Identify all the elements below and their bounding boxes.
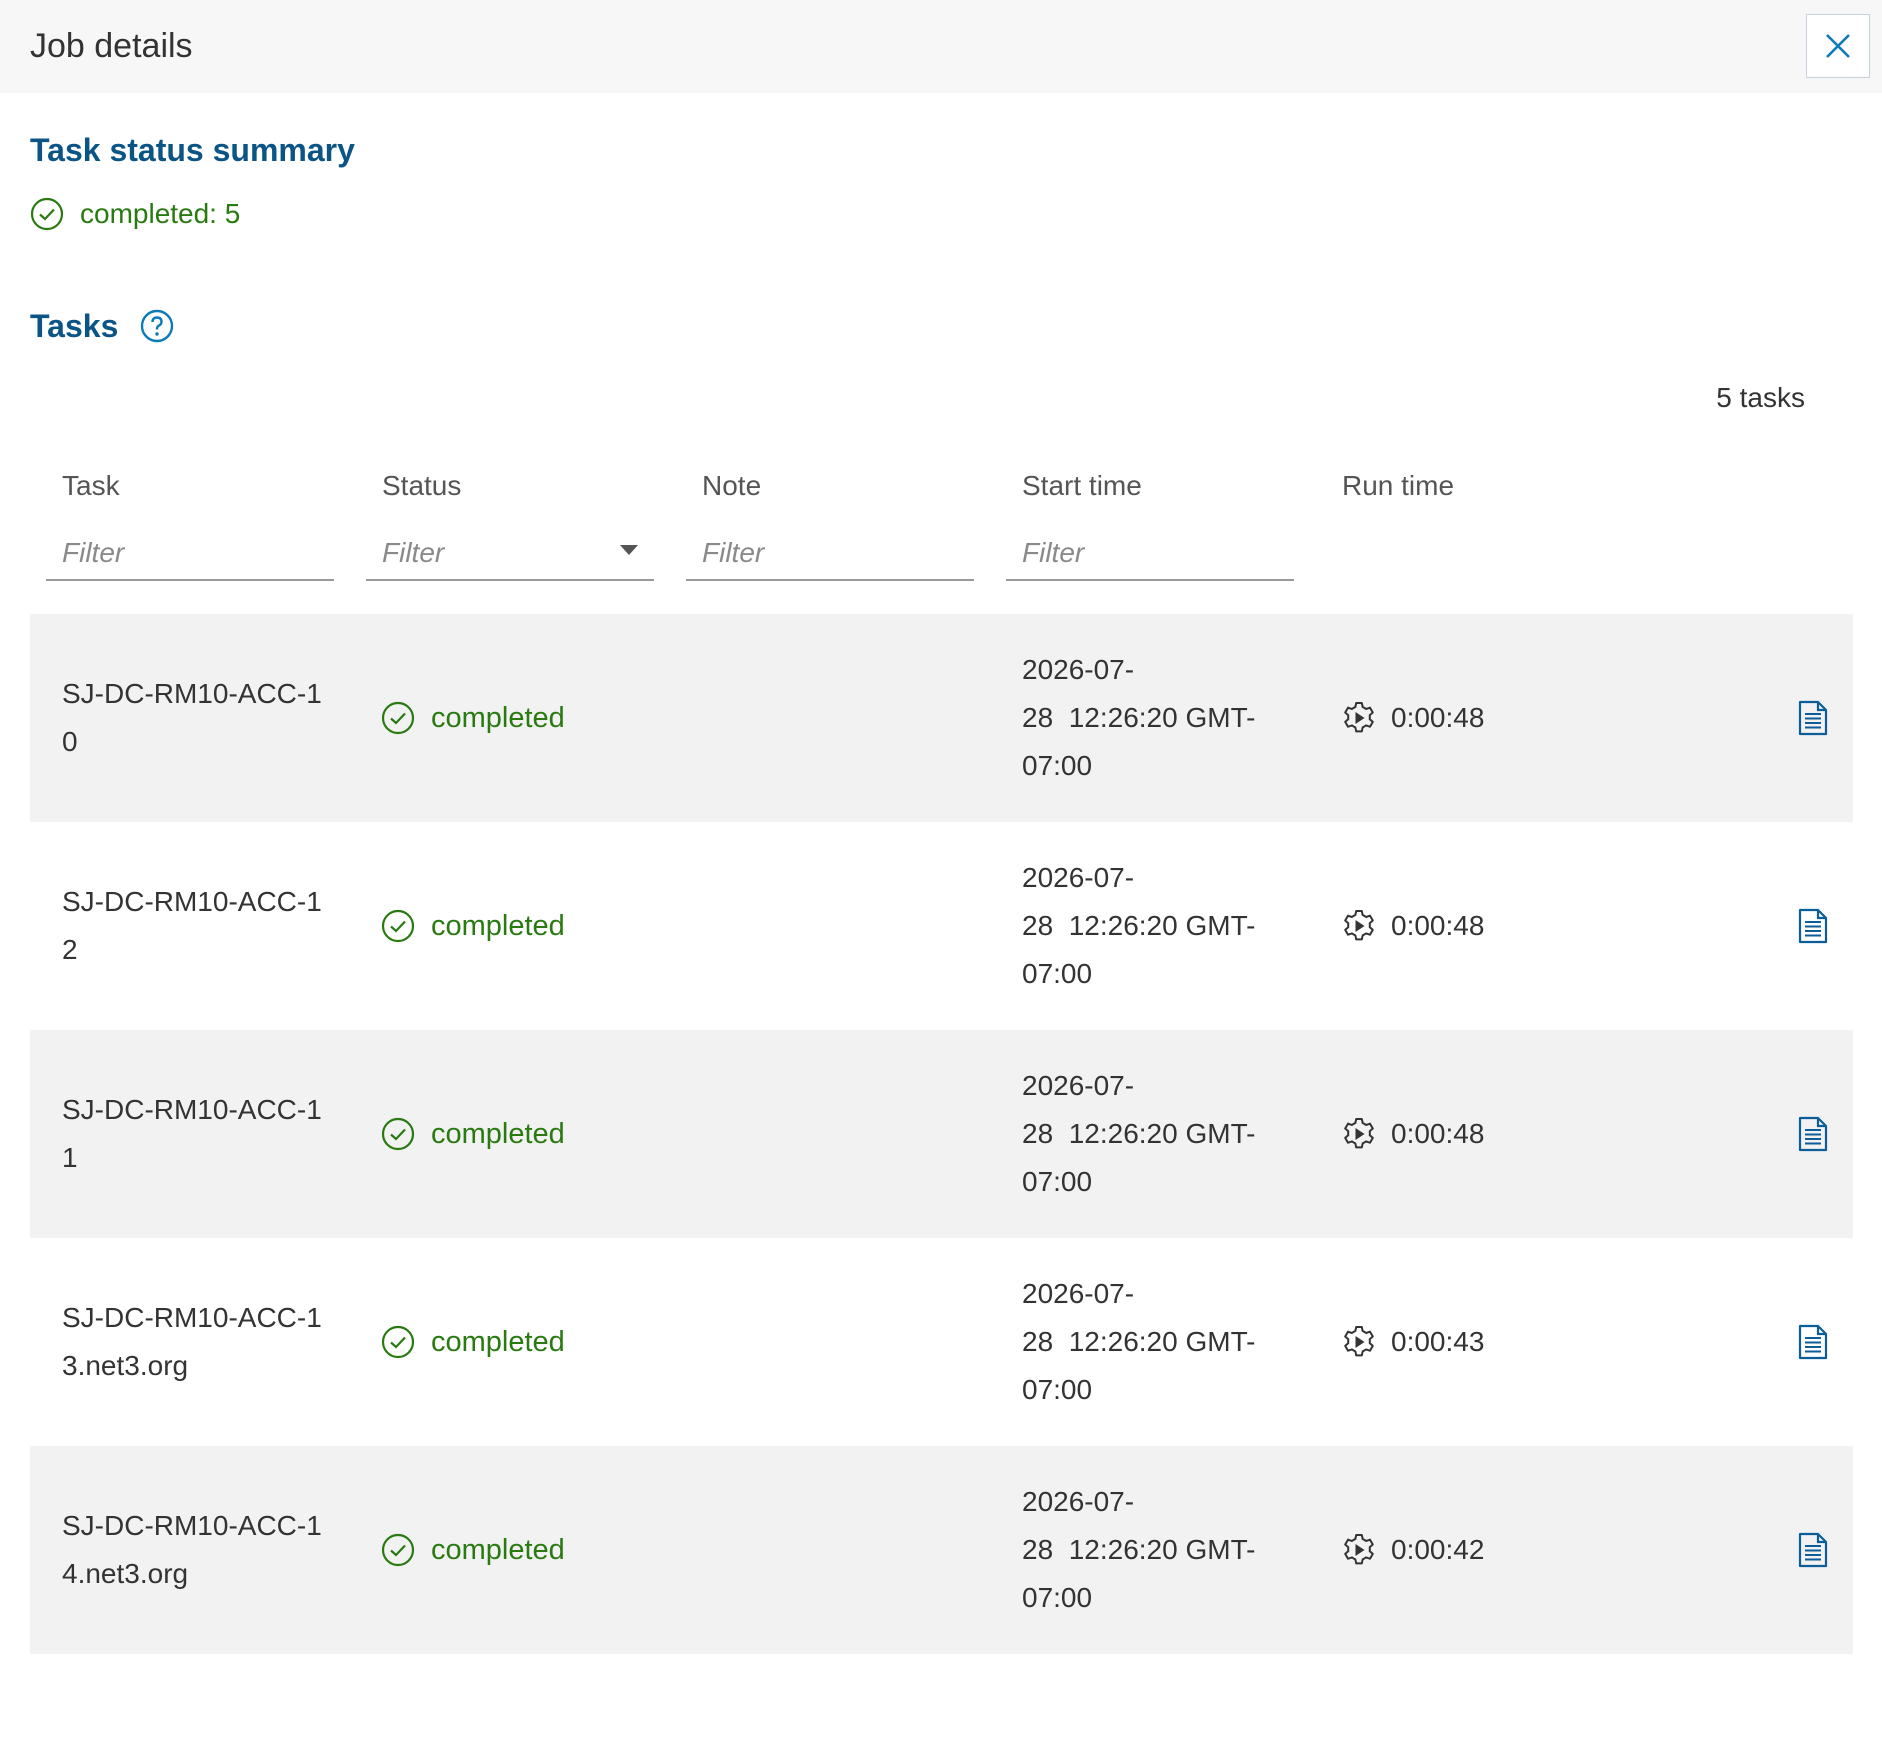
start-time-line: 2026-07- bbox=[1022, 654, 1135, 685]
start-time: 2026-07- 28 12:26:20 GMT- 07:00 bbox=[1022, 854, 1272, 998]
run-time-text: 0:00:43 bbox=[1391, 1326, 1485, 1357]
table-row: SJ-DC-RM10-ACC-11 completed 2026-07- 28 … bbox=[30, 1030, 1853, 1238]
status-text: completed bbox=[431, 701, 565, 734]
column-header-note: Note bbox=[702, 470, 762, 501]
start-time-line: 28 12:26:20 GMT- bbox=[1022, 702, 1256, 733]
gear-play-icon bbox=[1344, 910, 1374, 941]
start-time-line: 28 12:26:20 GMT- bbox=[1022, 910, 1256, 941]
run-time-text: 0:00:42 bbox=[1391, 1534, 1485, 1565]
chevron-down-icon[interactable] bbox=[620, 545, 638, 555]
start-time-line: 28 12:26:20 GMT- bbox=[1022, 1534, 1256, 1565]
status-text: completed bbox=[431, 909, 565, 942]
document-icon bbox=[1798, 1532, 1828, 1568]
view-log-button[interactable] bbox=[1796, 1322, 1830, 1362]
document-icon bbox=[1798, 700, 1828, 736]
check-circle-icon bbox=[381, 909, 415, 943]
status-cell: completed bbox=[381, 1117, 565, 1151]
run-time-text: 0:00:48 bbox=[1391, 1118, 1485, 1149]
status-cell: completed bbox=[381, 701, 565, 735]
gear-play-icon bbox=[1344, 702, 1374, 733]
check-circle-icon bbox=[381, 1325, 415, 1359]
status-cell: completed bbox=[381, 1533, 565, 1567]
tasks-title-text: Tasks bbox=[30, 308, 119, 344]
task-name: SJ-DC-RM10-ACC-11 bbox=[62, 1094, 322, 1173]
close-icon bbox=[1826, 34, 1850, 58]
start-time: 2026-07- 28 12:26:20 GMT- 07:00 bbox=[1022, 646, 1272, 790]
start-time-line: 2026-07- bbox=[1022, 1070, 1135, 1101]
check-circle-icon bbox=[381, 1533, 415, 1567]
check-circle-icon bbox=[381, 701, 415, 735]
document-icon bbox=[1798, 1324, 1828, 1360]
start-time-line: 07:00 bbox=[1022, 1582, 1093, 1613]
gear-play-icon bbox=[1344, 1118, 1374, 1149]
view-log-button[interactable] bbox=[1796, 698, 1830, 738]
start-time-filter-input[interactable] bbox=[1006, 527, 1294, 581]
view-log-button[interactable] bbox=[1796, 906, 1830, 946]
start-time: 2026-07- 28 12:26:20 GMT- 07:00 bbox=[1022, 1478, 1272, 1622]
view-log-button[interactable] bbox=[1796, 1530, 1830, 1570]
task-name: SJ-DC-RM10-ACC-13.net3.org bbox=[62, 1302, 322, 1381]
column-header-start-time: Start time bbox=[1022, 470, 1142, 501]
start-time-line: 07:00 bbox=[1022, 1166, 1093, 1197]
note-filter-input[interactable] bbox=[686, 527, 974, 581]
check-circle-icon bbox=[381, 1117, 415, 1151]
run-time: 0:00:48 bbox=[1341, 908, 1484, 944]
document-icon bbox=[1798, 908, 1828, 944]
tasks-title: Tasks bbox=[30, 306, 174, 346]
status-text: completed bbox=[431, 1325, 565, 1358]
status-text: completed bbox=[431, 1533, 565, 1566]
start-time-line: 28 12:26:20 GMT- bbox=[1022, 1118, 1256, 1149]
column-header-task: Task bbox=[62, 470, 120, 501]
modal-title: Job details bbox=[30, 27, 193, 65]
start-time-line: 2026-07- bbox=[1022, 1278, 1135, 1309]
column-header-status: Status bbox=[382, 470, 462, 501]
modal-header: Job details bbox=[0, 0, 1882, 93]
summary-completed-text: completed: 5 bbox=[80, 198, 241, 229]
column-header-run-time: Run time bbox=[1342, 470, 1455, 501]
help-icon[interactable] bbox=[140, 309, 174, 343]
start-time-line: 2026-07- bbox=[1022, 862, 1135, 893]
gear-play-icon bbox=[1344, 1534, 1374, 1565]
task-filter-input[interactable] bbox=[46, 527, 334, 581]
table-row: SJ-DC-RM10-ACC-12 completed 2026-07- 28 … bbox=[30, 822, 1853, 1030]
run-time: 0:00:48 bbox=[1341, 1116, 1484, 1152]
run-time-text: 0:00:48 bbox=[1391, 910, 1485, 941]
start-time: 2026-07- 28 12:26:20 GMT- 07:00 bbox=[1022, 1270, 1272, 1414]
start-time-line: 07:00 bbox=[1022, 750, 1093, 781]
start-time: 2026-07- 28 12:26:20 GMT- 07:00 bbox=[1022, 1062, 1272, 1206]
view-log-button[interactable] bbox=[1796, 1114, 1830, 1154]
task-count: 5 tasks bbox=[1716, 382, 1805, 413]
run-time: 0:00:42 bbox=[1341, 1532, 1484, 1568]
table-row: SJ-DC-RM10-ACC-10 completed 2026-07- 28 … bbox=[30, 614, 1853, 822]
status-cell: completed bbox=[381, 909, 565, 943]
task-name: SJ-DC-RM10-ACC-12 bbox=[62, 886, 322, 965]
run-time: 0:00:48 bbox=[1341, 700, 1484, 736]
task-name: SJ-DC-RM10-ACC-10 bbox=[62, 678, 322, 757]
start-time-line: 07:00 bbox=[1022, 1374, 1093, 1405]
check-circle-icon bbox=[30, 197, 64, 231]
job-details-modal: Job details Task status summary complete… bbox=[0, 0, 1882, 1748]
task-name: SJ-DC-RM10-ACC-14.net3.org bbox=[62, 1510, 322, 1589]
summary-completed: completed: 5 bbox=[30, 196, 240, 232]
run-time-text: 0:00:48 bbox=[1391, 702, 1485, 733]
status-text: completed bbox=[431, 1117, 565, 1150]
table-row: SJ-DC-RM10-ACC-13.net3.org completed 202… bbox=[30, 1238, 1853, 1446]
start-time-line: 07:00 bbox=[1022, 958, 1093, 989]
run-time: 0:00:43 bbox=[1341, 1324, 1484, 1360]
start-time-line: 2026-07- bbox=[1022, 1486, 1135, 1517]
start-time-line: 28 12:26:20 GMT- bbox=[1022, 1326, 1256, 1357]
summary-title: Task status summary bbox=[30, 132, 355, 168]
status-cell: completed bbox=[381, 1325, 565, 1359]
table-row: SJ-DC-RM10-ACC-14.net3.org completed 202… bbox=[30, 1446, 1853, 1654]
status-filter-select[interactable] bbox=[366, 527, 654, 581]
gear-play-icon bbox=[1344, 1326, 1374, 1357]
document-icon bbox=[1798, 1116, 1828, 1152]
close-button[interactable] bbox=[1806, 14, 1870, 78]
